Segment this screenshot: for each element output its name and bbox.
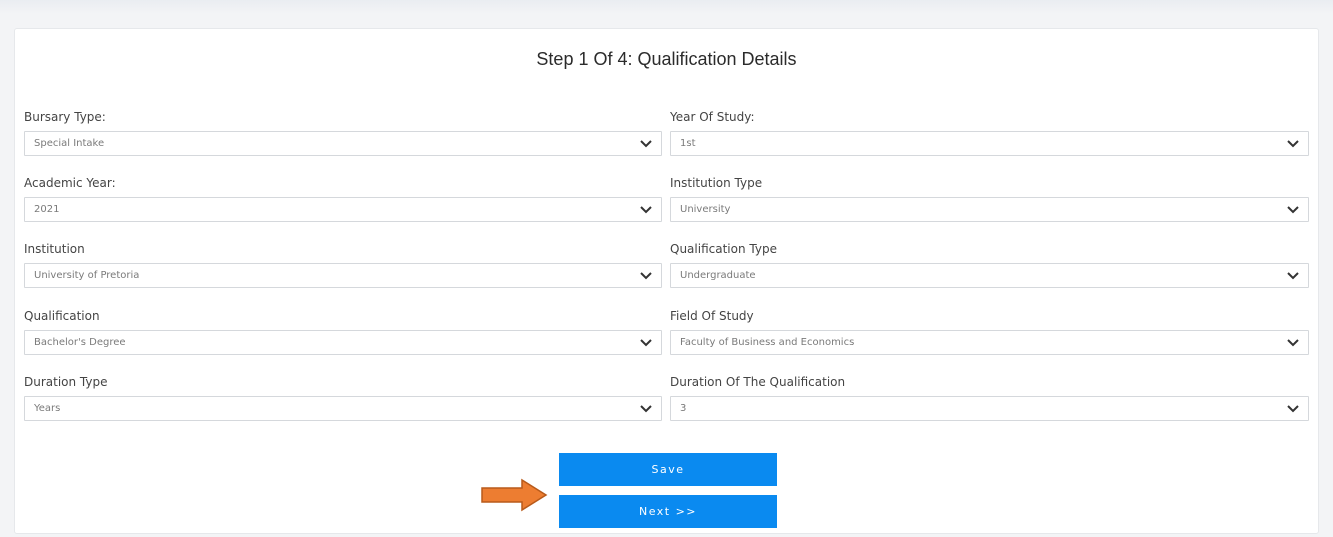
duration-of-qualification-value: 3 [680,403,687,414]
duration-type-select[interactable]: Years [24,396,662,421]
next-button[interactable]: Next >> [559,495,777,528]
institution-type-label: Institution Type [670,176,763,190]
page-title: Step 1 Of 4: Qualification Details [536,49,797,69]
chevron-down-icon [640,272,652,280]
institution-type-select[interactable]: University [670,197,1309,222]
qualification-form-card: Step 1 Of 4: Qualification Details Bursa… [14,28,1319,534]
duration-of-qualification-label: Duration Of The Qualification [670,375,846,389]
save-button[interactable]: Save [559,453,777,486]
chevron-down-icon [640,405,652,413]
academic-year-label: Academic Year: [24,176,116,190]
chevron-down-icon [1287,272,1299,280]
year-of-study-label: Year Of Study: [670,110,755,124]
qualification-type-value: Undergraduate [680,270,756,281]
chevron-down-icon [1287,206,1299,214]
field-of-study-value: Faculty of Business and Economics [680,337,855,348]
duration-type-value: Years [34,403,61,414]
qualification-value: Bachelor's Degree [34,337,126,348]
institution-type-value: University [680,204,731,215]
chevron-down-icon [1287,405,1299,413]
bursary-type-select[interactable]: Special Intake [24,131,662,156]
bursary-type-value: Special Intake [34,138,105,149]
qualification-type-label: Qualification Type [670,242,777,256]
qualification-label: Qualification [24,309,100,323]
right-arrow-icon [481,478,548,512]
chevron-down-icon [640,140,652,148]
chevron-down-icon [1287,140,1299,148]
chevron-down-icon [1287,339,1299,347]
institution-select[interactable]: University of Pretoria [24,263,662,288]
year-of-study-select[interactable]: 1st [670,131,1309,156]
academic-year-value: 2021 [34,204,60,215]
chevron-down-icon [640,206,652,214]
field-of-study-label: Field Of Study [670,309,754,323]
chevron-down-icon [640,339,652,347]
qualification-type-select[interactable]: Undergraduate [670,263,1309,288]
year-of-study-value: 1st [680,138,696,149]
duration-of-qualification-select[interactable]: 3 [670,396,1309,421]
qualification-select[interactable]: Bachelor's Degree [24,330,662,355]
academic-year-select[interactable]: 2021 [24,197,662,222]
institution-value: University of Pretoria [34,270,140,281]
field-of-study-select[interactable]: Faculty of Business and Economics [670,330,1309,355]
duration-type-label: Duration Type [24,375,108,389]
institution-label: Institution [24,242,85,256]
bursary-type-label: Bursary Type: [24,110,106,124]
top-bar [0,0,1333,14]
